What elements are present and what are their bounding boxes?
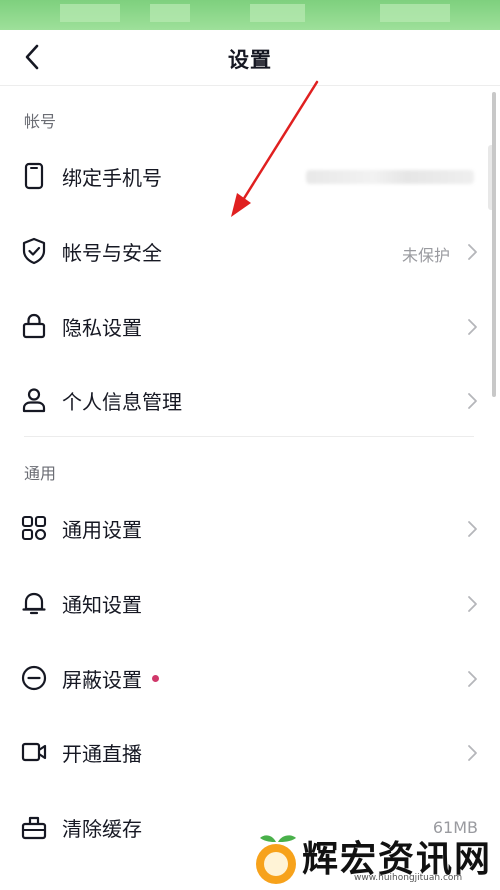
settings-item-personal-info[interactable]: 个人信息管理 bbox=[0, 362, 500, 436]
section-title-general: 通用 bbox=[24, 464, 57, 483]
chevron-right-icon bbox=[468, 244, 477, 260]
settings-item-label: 隐私设置 bbox=[62, 316, 142, 340]
chevron-right-icon bbox=[468, 393, 477, 409]
scrollbar-track[interactable] bbox=[492, 92, 496, 397]
lock-icon bbox=[22, 313, 46, 339]
settings-item-block[interactable]: 屏蔽设置 bbox=[0, 640, 500, 714]
status-bar-blur bbox=[60, 4, 120, 22]
user-icon bbox=[22, 388, 46, 413]
new-badge-dot bbox=[152, 675, 159, 682]
chevron-right-icon bbox=[468, 671, 477, 687]
nav-header: 设置 bbox=[0, 30, 500, 86]
settings-item-label: 清除缓存 bbox=[62, 817, 142, 841]
settings-item-notifications[interactable]: 通知设置 bbox=[0, 565, 500, 639]
bell-icon bbox=[22, 592, 46, 615]
settings-item-label: 帐号与安全 bbox=[62, 241, 162, 265]
watermark-url: www.huihongjituan.com bbox=[354, 873, 463, 883]
settings-item-label: 屏蔽设置 bbox=[62, 664, 159, 693]
block-icon bbox=[21, 665, 47, 691]
orange-logo-icon bbox=[256, 835, 296, 884]
settings-item-label: 个人信息管理 bbox=[62, 390, 182, 414]
page-title: 设置 bbox=[228, 48, 272, 72]
section-divider bbox=[24, 436, 474, 437]
broom-box-icon bbox=[21, 816, 47, 840]
chevron-right-icon bbox=[468, 745, 477, 761]
status-bar-blur bbox=[250, 4, 305, 22]
status-bar bbox=[0, 0, 500, 30]
settings-item-privacy[interactable]: 隐私设置 bbox=[0, 288, 500, 362]
settings-item-live[interactable]: 开通直播 bbox=[0, 714, 500, 788]
shield-check-icon bbox=[22, 237, 46, 265]
settings-item-general[interactable]: 通用设置 bbox=[0, 490, 500, 564]
chevron-right-icon bbox=[468, 596, 477, 612]
settings-item-label: 通用设置 bbox=[62, 518, 142, 542]
settings-item-label-text: 屏蔽设置 bbox=[62, 668, 142, 692]
watermark: 辉宏资讯网 www.huihongjituan.com bbox=[250, 826, 500, 889]
security-status-value: 未保护 bbox=[401, 246, 450, 265]
chevron-right-icon bbox=[468, 521, 477, 537]
video-camera-icon bbox=[21, 742, 47, 762]
status-bar-blur bbox=[380, 4, 450, 22]
settings-item-label: 绑定手机号 bbox=[62, 166, 162, 190]
settings-item-label: 开通直播 bbox=[62, 742, 142, 766]
phone-icon bbox=[24, 162, 44, 190]
grid-icon bbox=[21, 515, 47, 541]
settings-item-bind-phone[interactable]: 绑定手机号 bbox=[0, 138, 500, 212]
settings-item-account-security[interactable]: 帐号与安全 未保护 bbox=[0, 213, 500, 287]
section-title-account: 帐号 bbox=[24, 112, 57, 131]
settings-item-label: 通知设置 bbox=[62, 593, 142, 617]
status-bar-blur bbox=[150, 4, 190, 22]
phone-number-redacted bbox=[306, 170, 474, 184]
chevron-right-icon bbox=[468, 319, 477, 335]
